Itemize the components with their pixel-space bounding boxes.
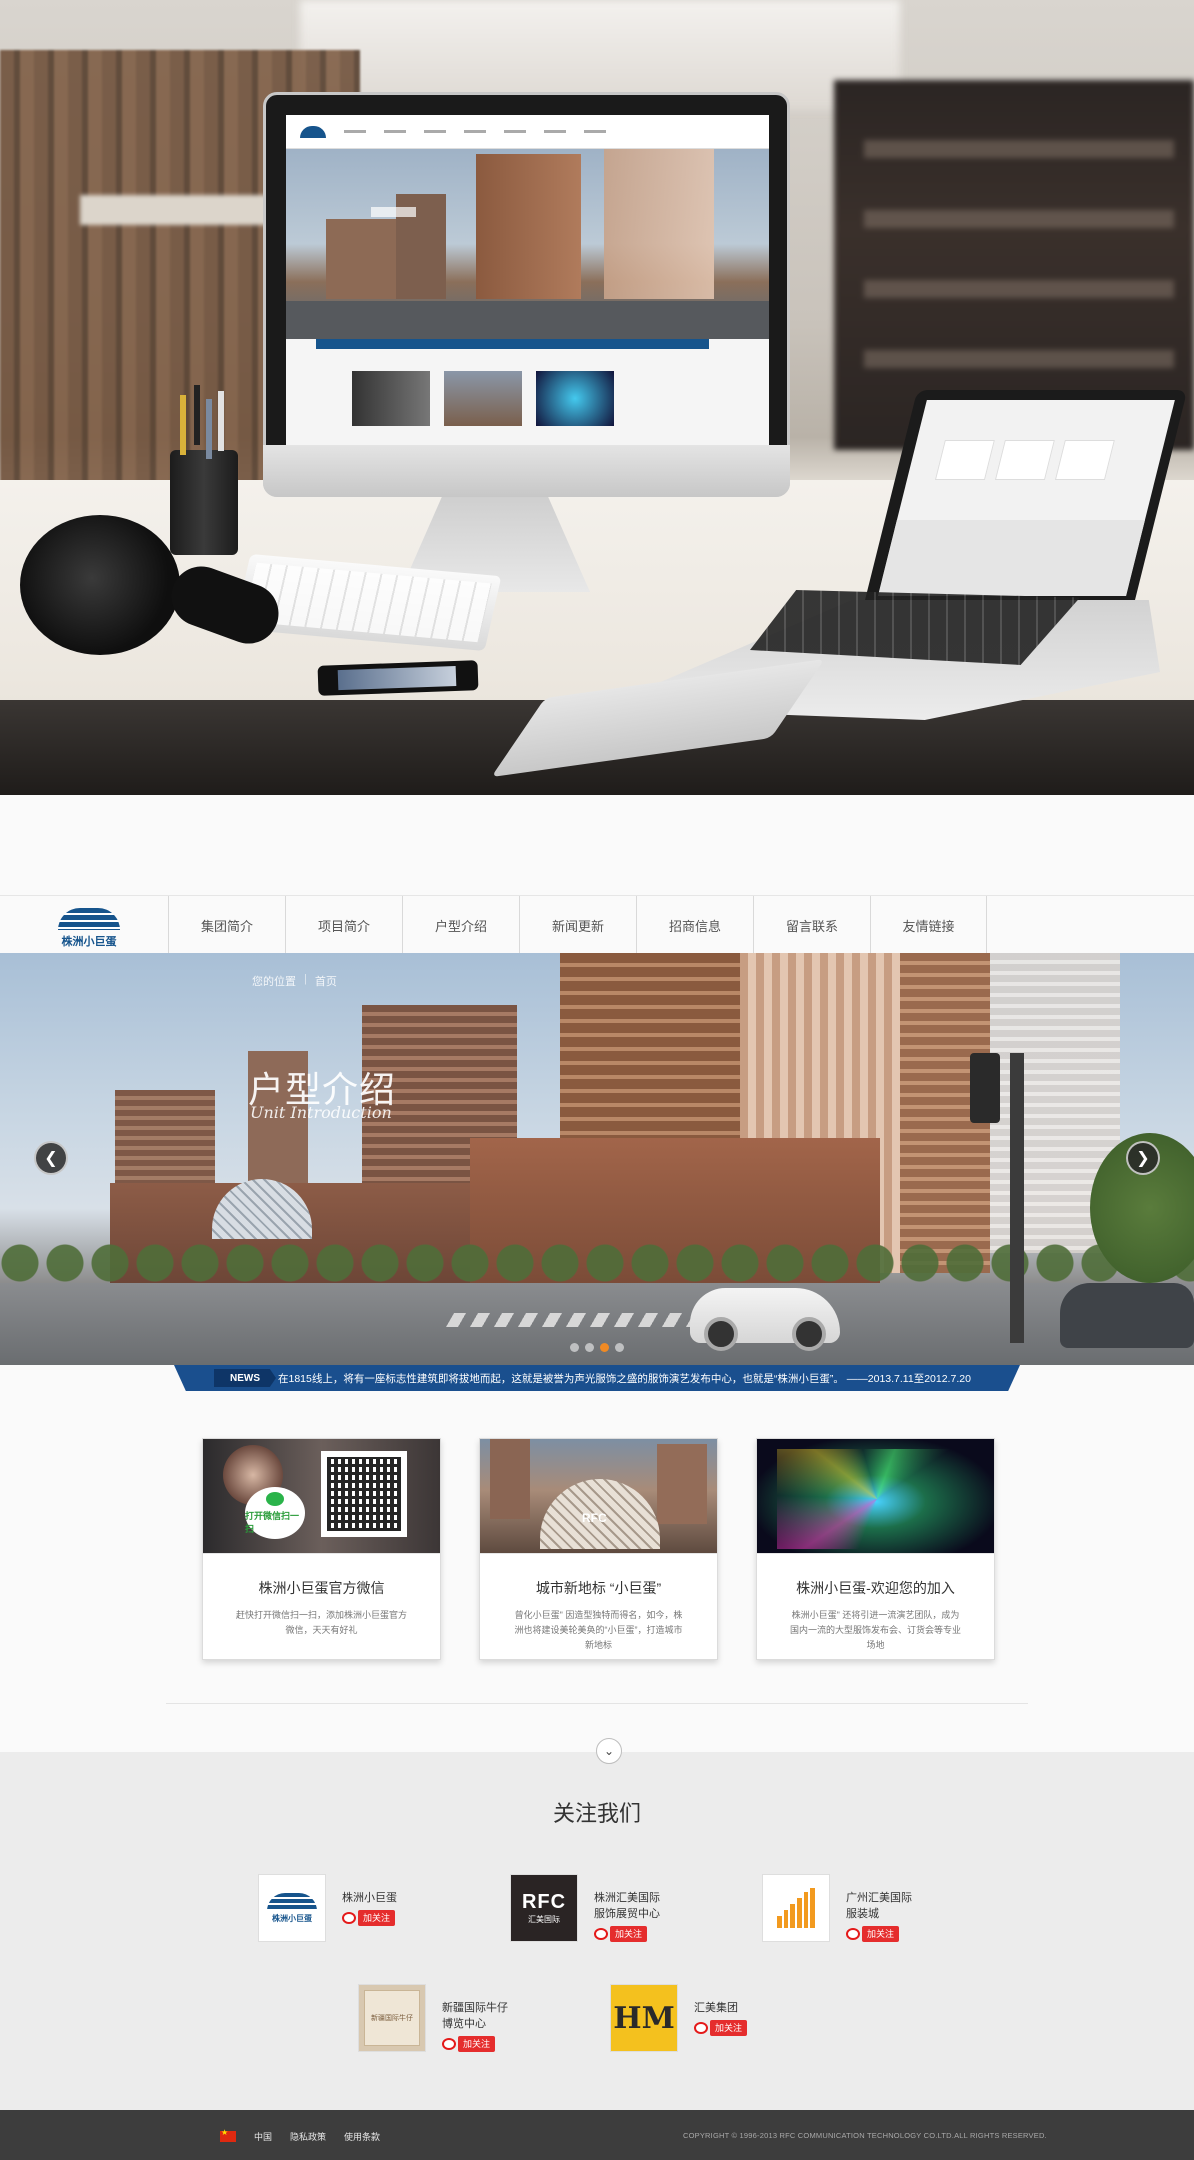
follow-button[interactable]: 加关注	[594, 1926, 648, 1942]
follow-button[interactable]: 加关注	[442, 2036, 496, 2052]
weibo-icon	[342, 1912, 356, 1924]
nav-item-project[interactable]: 项目简介	[285, 896, 402, 954]
carousel-dots	[570, 1343, 624, 1352]
carousel-dot-active[interactable]	[600, 1343, 609, 1352]
brand-name: 新疆国际牛仔 博览中心	[442, 2002, 508, 2030]
card-title: 株洲小巨蛋-欢迎您的加入	[796, 1580, 955, 1596]
weibo-icon	[694, 2022, 708, 2034]
china-flag-icon	[220, 2128, 236, 2142]
footer-link-china[interactable]: 中国	[254, 2130, 272, 2143]
brand-xjd[interactable]: 株洲小巨蛋 株洲小巨蛋 加关注	[258, 1874, 397, 1942]
chevron-right-icon: ❯	[1136, 1150, 1150, 1167]
brand-name: 汇美集团	[694, 2002, 738, 2014]
main-nav: 集团简介 项目简介 户型介绍 新闻更新 招商信息 留言联系 友情链接	[168, 896, 987, 954]
logo-arc-icon	[58, 908, 120, 930]
qr-code-icon	[321, 1451, 407, 1537]
bars-logo-icon	[777, 1888, 816, 1928]
feature-cards: 打开微信扫一扫 株洲小巨蛋官方微信 赶快打开微信扫一扫，添加株洲小巨蛋官方微信，…	[202, 1438, 995, 1660]
brand-name: 广州汇美国际 服装城	[846, 1892, 912, 1920]
brand-logo-xj: 新疆国际牛仔	[358, 1984, 426, 2052]
follow-button-label: 加关注	[862, 1926, 900, 1942]
footer-links: 中国 隐私政策 使用条款	[220, 2128, 380, 2143]
follow-button-label: 加关注	[358, 1910, 396, 1926]
brand-xj[interactable]: 新疆国际牛仔 新疆国际牛仔 博览中心 加关注	[358, 1984, 508, 2055]
site-logo[interactable]: 株洲小巨蛋	[56, 908, 122, 948]
nav-item-links[interactable]: 友情链接	[870, 896, 987, 954]
follow-button-label: 加关注	[710, 2020, 748, 2036]
brand-logo-gz	[762, 1874, 830, 1942]
nav-item-contact[interactable]: 留言联系	[753, 896, 870, 954]
white-car	[690, 1288, 840, 1351]
follow-button-label: 加关注	[458, 2036, 496, 2052]
copyright: COPYRIGHT © 1996-2013 RFC COMMUNICATION …	[683, 2131, 1047, 2140]
breadcrumb-home[interactable]: 首页	[315, 973, 337, 989]
hero-banner: 您的位置 | 首页 户型介绍 Unit Introduction ❮ ❯	[0, 953, 1194, 1365]
follow-button[interactable]: 加关注	[694, 2020, 748, 2036]
breadcrumb-separator: |	[304, 973, 307, 985]
carousel-prev-button[interactable]: ❮	[34, 1141, 68, 1175]
carousel-dot[interactable]	[570, 1343, 579, 1352]
footer-link-privacy[interactable]: 隐私政策	[290, 2130, 326, 2143]
wechat-badge: 打开微信扫一扫	[245, 1487, 305, 1539]
news-text[interactable]: 在1815线上，将有一座标志性建筑即将拔地而起，这就是被誉为声光服饰之盛的服饰演…	[278, 1371, 971, 1386]
breadcrumb-label: 您的位置	[252, 976, 296, 988]
footer-link-terms[interactable]: 使用条款	[344, 2130, 380, 2143]
phone	[317, 660, 479, 696]
carousel-next-button[interactable]: ❯	[1126, 1141, 1160, 1175]
follow-button[interactable]: 加关注	[846, 1926, 900, 1942]
brand-hm[interactable]: HM 汇美集团 加关注	[610, 1984, 748, 2052]
weibo-icon	[442, 2038, 456, 2050]
card-image-wechat: 打开微信扫一扫	[203, 1439, 440, 1553]
card-landmark[interactable]: RFC 城市新地标 “小巨蛋” 曾化小巨蛋" 因造型独特而得名，如今，株洲也将建…	[479, 1438, 718, 1660]
weibo-icon	[594, 1928, 608, 1940]
card-description: 株洲小巨蛋" 还将引进一流演艺团队，成为国内一流的大型服饰发布会、订货会等专业场…	[789, 1610, 961, 1650]
hero-mockup-photo	[0, 0, 1194, 795]
card-wechat[interactable]: 打开微信扫一扫 株洲小巨蛋官方微信 赶快打开微信扫一扫，添加株洲小巨蛋官方微信，…	[202, 1438, 441, 1660]
weibo-icon	[846, 1928, 860, 1940]
brand-logo-hm: HM	[610, 1984, 678, 2052]
card-description: 曾化小巨蛋" 因造型独特而得名，如今，株洲也将建设美轮美奂的“小巨蛋”，打造城市…	[514, 1610, 683, 1650]
scroll-down-button[interactable]: ⌄	[596, 1738, 622, 1764]
card-description: 赶快打开微信扫一扫，添加株洲小巨蛋官方微信，天天有好礼	[235, 1610, 407, 1635]
carousel-dot[interactable]	[585, 1343, 594, 1352]
traffic-light	[970, 1053, 1024, 1343]
footer: 中国 隐私政策 使用条款 COPYRIGHT © 1996-2013 RFC C…	[0, 2110, 1194, 2160]
card-image-egg-building: RFC	[480, 1439, 717, 1553]
brand-logo-xjd: 株洲小巨蛋	[258, 1874, 326, 1942]
chevron-down-icon: ⌄	[603, 1744, 615, 1758]
site-header: 株洲小巨蛋 集团简介 项目简介 户型介绍 新闻更新 招商信息 留言联系 友情链接	[0, 895, 1194, 954]
wechat-icon	[266, 1491, 284, 1506]
nav-item-news[interactable]: 新闻更新	[519, 896, 636, 954]
card-title: 株洲小巨蛋官方微信	[258, 1580, 385, 1596]
chevron-left-icon: ❮	[44, 1150, 58, 1167]
brand-name: 株洲小巨蛋	[342, 1892, 397, 1904]
news-ticker[interactable]: NEWS 在1815线上，将有一座标志性建筑即将拔地而起，这就是被誉为声光服饰之…	[174, 1365, 1020, 1391]
card-title: 城市新地标 “小巨蛋”	[535, 1580, 662, 1596]
nav-item-investment[interactable]: 招商信息	[636, 896, 753, 954]
card-image-stage	[757, 1439, 994, 1553]
brand-logo-rfc: RFC 汇美国际	[510, 1874, 578, 1942]
nav-item-units[interactable]: 户型介绍	[402, 896, 519, 954]
news-tag: NEWS	[214, 1369, 276, 1387]
dark-car	[1060, 1283, 1194, 1348]
wechat-badge-label: 打开微信扫一扫	[245, 1510, 300, 1534]
brand-gz[interactable]: 广州汇美国际 服装城 加关注	[762, 1874, 912, 1945]
rfc-sign: RFC	[582, 1511, 607, 1525]
banner-subtitle: Unit Introduction	[250, 1103, 392, 1122]
headphones	[20, 515, 180, 655]
card-welcome[interactable]: 株洲小巨蛋-欢迎您的加入 株洲小巨蛋" 还将引进一流演艺团队，成为国内一流的大型…	[756, 1438, 995, 1660]
brand-name: 株洲汇美国际 服饰展贸中心	[594, 1892, 660, 1920]
nav-item-group[interactable]: 集团简介	[168, 896, 285, 954]
breadcrumb: 您的位置 | 首页	[252, 973, 337, 989]
follow-title: 关注我们	[552, 1801, 641, 1826]
logo-name: 株洲小巨蛋	[61, 936, 117, 948]
pen-holder	[170, 395, 238, 555]
brand-rfc[interactable]: RFC 汇美国际 株洲汇美国际 服饰展贸中心 加关注	[510, 1874, 660, 1945]
carousel-dot[interactable]	[615, 1343, 624, 1352]
follow-button[interactable]: 加关注	[342, 1910, 396, 1926]
section-divider	[166, 1703, 1028, 1704]
follow-button-label: 加关注	[610, 1926, 648, 1942]
